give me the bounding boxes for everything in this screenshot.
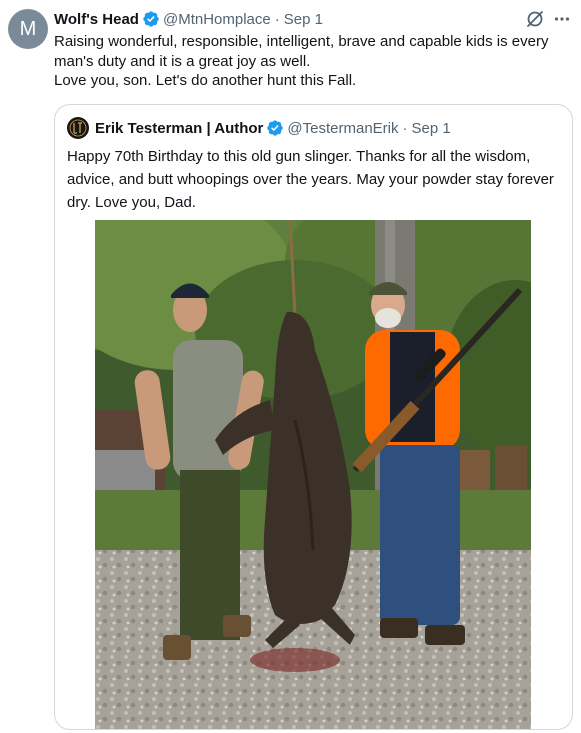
quoted-tweet[interactable]: Erik Testerman | Author @TestermanErik ·…	[54, 104, 573, 730]
hunting-photo[interactable]	[95, 220, 531, 729]
separator: ·	[274, 10, 280, 28]
quoted-author-name[interactable]: Erik Testerman | Author	[95, 120, 263, 137]
tweet-text-line: Raising wonderful, responsible, intellig…	[54, 33, 549, 70]
more-icon[interactable]	[552, 9, 572, 29]
tweet-text-line: Love you, son. Let's do another hunt thi…	[54, 72, 357, 89]
author-handle[interactable]: @MtnHomplace	[163, 11, 271, 28]
verified-badge-icon	[266, 119, 284, 137]
quoted-author-handle[interactable]: @TestermanErik	[287, 120, 398, 137]
quoted-tweet-date[interactable]: Sep 1	[412, 120, 451, 137]
grok-icon[interactable]	[525, 9, 545, 29]
tweet-date[interactable]: Sep 1	[284, 11, 323, 28]
avatar-letter: M	[19, 17, 37, 40]
verified-badge-icon	[142, 10, 160, 28]
tweet-header: Wolf's Head @MtnHomplace · Sep 1	[54, 9, 323, 29]
author-avatar[interactable]: M	[8, 9, 48, 49]
quoted-tweet-text: Happy 70th Birthday to this old gun slin…	[67, 148, 554, 211]
tweet-text: Raising wonderful, responsible, intellig…	[54, 32, 574, 91]
tweet[interactable]: M Wolf's Head @MtnHomplace · Sep 1 Raisi…	[0, 0, 581, 733]
author-name[interactable]: Wolf's Head	[54, 11, 139, 28]
separator: ·	[402, 119, 408, 137]
quoted-tweet-header: Erik Testerman | Author @TestermanErik ·…	[67, 117, 451, 139]
author-logo-icon[interactable]	[67, 117, 89, 139]
